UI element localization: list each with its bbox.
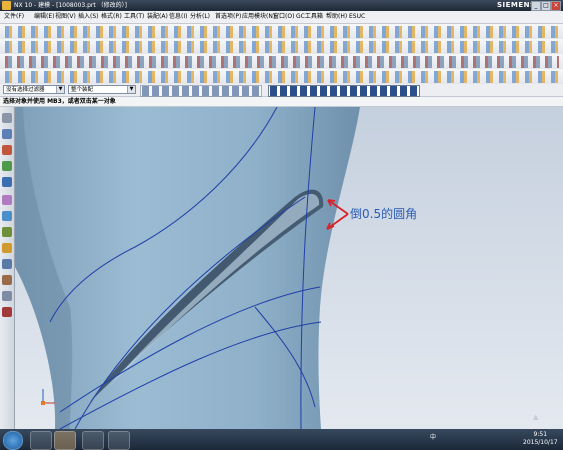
scope-value: 整个装配 [71,87,94,93]
taskbar: 中 9:51 2015/10/17 [0,429,563,450]
start-button[interactable] [3,431,23,450]
toolbar-icon-strip[interactable] [4,41,559,53]
watermark: ▲ [533,413,539,421]
roles-icon[interactable] [2,291,12,301]
scope-select[interactable]: 整个装配 ▼ [68,85,136,94]
standard-toolbar[interactable] [0,24,563,40]
chevron-down-icon: ▼ [127,86,135,93]
feature-toolbar[interactable] [0,39,563,55]
type-filter-value: 没有选择过滤器 [6,87,45,93]
menu-info[interactable]: 信息(I) [169,13,187,21]
snap-point-icons[interactable] [268,85,420,97]
taskbar-app-explorer-icon[interactable] [108,431,130,450]
menu-applications[interactable]: 应用模块(N) [242,13,275,21]
input-method-indicator[interactable]: 中 [430,432,436,441]
menu-assembly[interactable]: 装配(A) [147,13,168,21]
menu-preferences[interactable]: 首选项(P) [215,13,241,21]
maximize-button[interactable]: □ [541,1,551,11]
resource-bar [0,107,15,429]
type-filter-select[interactable]: 没有选择过滤器 ▼ [3,85,65,94]
process-studio-icon[interactable] [2,259,12,269]
menu-tools[interactable]: 工具(T) [124,13,144,21]
menu-edit[interactable]: 编辑(E) [34,13,54,21]
reuse-library-icon[interactable] [2,177,12,187]
taskbar-app-folder-icon[interactable] [82,431,104,450]
menu-window[interactable]: 窗口(O) [273,13,294,21]
toolbar-icon-strip[interactable] [4,71,559,83]
close-button[interactable]: × [551,1,561,11]
assembly-navigator-icon[interactable] [2,129,12,139]
toolbar-icon-strip[interactable] [4,56,559,68]
taskbar-app-nx-icon[interactable] [54,431,76,450]
menu-format[interactable]: 格式(R) [101,13,122,21]
hd3d-tools-icon[interactable] [2,195,12,205]
surface-toolbar[interactable] [0,69,563,85]
title-bar: NX 10 - 建模 - [1008003.prt （修改的）] SIEMENS… [0,0,563,11]
menu-analysis[interactable]: 分析(L) [190,13,210,21]
selection-bar: 没有选择过滤器 ▼ 整个装配 ▼ [0,84,563,97]
window-title: NX 10 - 建模 - [1008003.prt （修改的）] [14,2,127,9]
history-icon[interactable] [2,227,12,237]
nx-app-icon [2,1,11,10]
system-clock[interactable]: 9:51 2015/10/17 [523,431,558,447]
sketch-toolbar[interactable] [0,54,563,70]
clock-time: 9:51 [533,431,548,438]
siemens-logo: SIEMENS [497,1,536,9]
gear-icon[interactable] [2,113,12,123]
model-viewport[interactable]: 倒0.5的圆角 ▲ [15,106,563,430]
menu-insert[interactable]: 插入(S) [78,13,99,21]
graphics-window[interactable]: 倒0.5的圆角 ▲ [15,106,563,430]
menu-help[interactable]: 帮助(H) [326,13,347,21]
fillet-annotation-text: 倒0.5的圆角 [350,206,417,221]
web-browser-icon[interactable] [2,211,12,221]
system-scenes-icon[interactable] [2,307,12,317]
system-materials-icon[interactable] [2,243,12,253]
menu-esuc[interactable]: ESUC [349,13,365,21]
minimize-button[interactable]: _ [531,1,541,11]
chevron-down-icon: ▼ [56,86,64,93]
prompt-line: 选择对象并使用 MB3，或者双击某一对象 [0,97,563,107]
part-navigator-icon[interactable] [2,161,12,171]
toolbar-icon-strip[interactable] [4,26,559,38]
menu-file[interactable]: 文件(F) [4,13,24,21]
menu-gc-toolkit[interactable]: GC工具箱 [296,13,323,21]
manufacturing-wizards-icon[interactable] [2,275,12,285]
taskbar-app-browser-icon[interactable] [30,431,52,450]
clock-date: 2015/10/17 [523,439,558,446]
constraint-navigator-icon[interactable] [2,145,12,155]
selection-filter-icons[interactable] [140,85,262,97]
menu-view[interactable]: 视图(V) [55,13,76,21]
menu-bar: 文件(F) 编辑(E) 视图(V) 插入(S) 格式(R) 工具(T) 装配(A… [0,11,563,24]
